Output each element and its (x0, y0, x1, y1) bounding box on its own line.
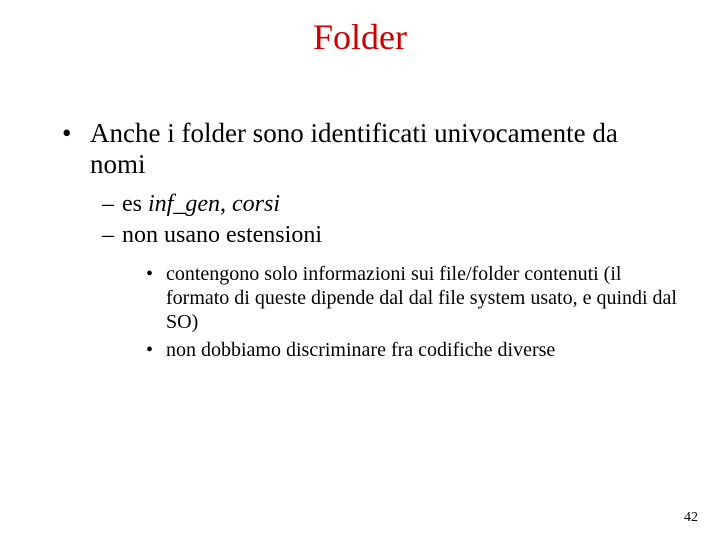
bullet-level-2: – non usano estensioni (102, 221, 680, 250)
dash-icon: – (102, 190, 122, 219)
italic-text: inf_gen, corsi (148, 191, 280, 217)
bullet-text: non dobbiamo discriminare fra codifiche … (166, 338, 680, 362)
slide: Folder • Anche i folder sono identificat… (0, 0, 720, 540)
slide-title: Folder (0, 16, 720, 58)
bullet-dot-icon: • (146, 262, 166, 334)
slide-content: • Anche i folder sono identificati univo… (62, 118, 680, 366)
text-prefix: es (122, 191, 148, 217)
page-number: 42 (684, 510, 698, 526)
bullet-text: Anche i folder sono identificati univoca… (90, 118, 680, 180)
bullet-dot-icon: • (62, 118, 90, 180)
dash-icon: – (102, 221, 122, 250)
bullet-text: contengono solo informazioni sui file/fo… (166, 262, 680, 334)
bullet-level-3: • contengono solo informazioni sui file/… (146, 262, 680, 334)
bullet-level-1: • Anche i folder sono identificati univo… (62, 118, 680, 180)
bullet-level-2: – es inf_gen, corsi (102, 190, 680, 219)
bullet-level-3-group: • contengono solo informazioni sui file/… (146, 262, 680, 362)
bullet-text: non usano estensioni (122, 221, 680, 250)
bullet-level-2-group: – es inf_gen, corsi – non usano estensio… (102, 190, 680, 362)
bullet-text: es inf_gen, corsi (122, 190, 680, 219)
bullet-dot-icon: • (146, 338, 166, 362)
bullet-level-3: • non dobbiamo discriminare fra codifich… (146, 338, 680, 362)
